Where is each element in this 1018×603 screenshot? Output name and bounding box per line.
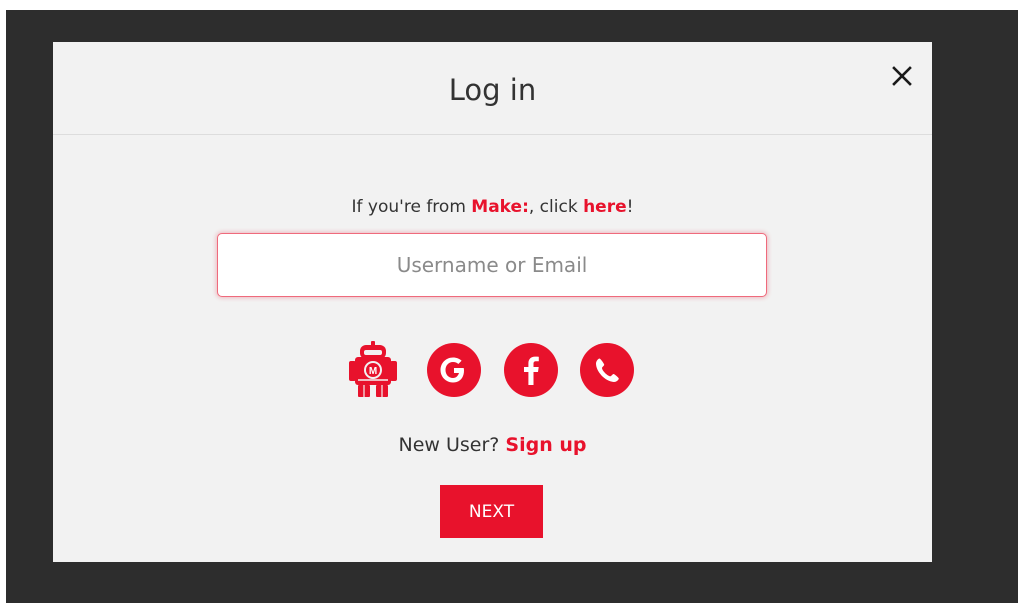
svg-text:M: M: [369, 366, 377, 377]
next-button[interactable]: NEXT: [440, 485, 543, 538]
google-login-button[interactable]: [426, 341, 482, 399]
make-login-prompt: If you're from Make:, click here!: [53, 195, 932, 219]
close-button[interactable]: [886, 60, 918, 92]
intro-middle: , click: [528, 197, 584, 217]
username-email-input[interactable]: [217, 233, 767, 297]
maker-robot-icon: M: [349, 341, 397, 397]
login-modal: Log in If you're from Make:, click here!: [53, 42, 932, 562]
signup-link[interactable]: Sign up: [505, 434, 586, 456]
username-field-wrapper: [217, 233, 767, 297]
intro-suffix: !: [626, 197, 634, 217]
make-login-here-link[interactable]: here: [583, 197, 627, 217]
signup-prompt-text: New User?: [398, 434, 506, 456]
modal-header: Log in: [53, 42, 932, 135]
modal-title: Log in: [448, 73, 537, 107]
social-login-row: M: [53, 341, 932, 399]
make-brand-text: Make:: [471, 197, 529, 217]
signup-prompt: New User? Sign up: [53, 432, 932, 458]
make-login-button[interactable]: M: [345, 341, 401, 399]
intro-prefix: If you're from: [351, 197, 472, 217]
close-icon: [892, 66, 912, 86]
google-icon: [427, 343, 481, 397]
facebook-login-button[interactable]: [503, 341, 559, 399]
phone-icon: [580, 343, 634, 397]
facebook-icon: [504, 343, 558, 397]
phone-login-button[interactable]: [579, 341, 635, 399]
